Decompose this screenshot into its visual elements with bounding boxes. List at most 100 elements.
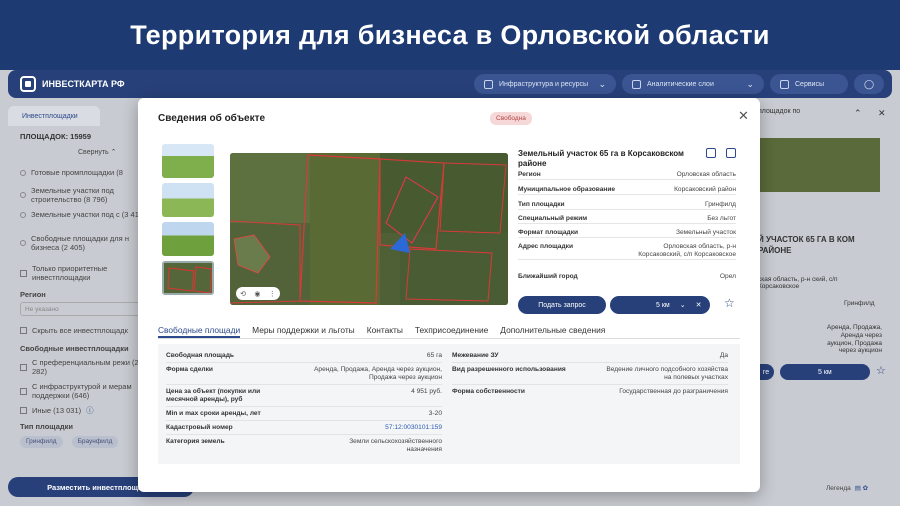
- radio-land-agri[interactable]: Земельные участки под с (3 417): [20, 210, 148, 219]
- region-label: Регион: [20, 290, 46, 299]
- photo-thumbnail[interactable]: [162, 222, 214, 256]
- close-icon[interactable]: ✕: [878, 108, 886, 119]
- detail-key: Свободная площадь: [166, 352, 234, 359]
- download-icon[interactable]: [726, 148, 736, 158]
- right-radius-select[interactable]: 5 км: [780, 364, 870, 380]
- map-thumbnail[interactable]: [162, 261, 214, 295]
- tab-tech[interactable]: Техприсоединение: [415, 325, 488, 338]
- prop-key: Ближайший город: [518, 273, 578, 280]
- checkbox-hide-all[interactable]: Скрыть все инвестплощадк: [20, 326, 128, 335]
- detail-key: Межевание ЗУ: [452, 352, 499, 359]
- prop-municipality: Муниципальное образование Корсаковский ра…: [518, 186, 736, 196]
- star-icon[interactable]: ☆: [876, 364, 886, 377]
- detail-key: Форма собственности: [452, 388, 525, 395]
- detail-value: 3-20: [428, 410, 442, 417]
- chevron-down-icon: ⌄: [598, 78, 606, 89]
- type-label: Тип площадки: [20, 422, 74, 431]
- right-request-button[interactable]: ге: [758, 364, 774, 380]
- profile-button[interactable]: ◯: [854, 74, 884, 94]
- detail-key: Цена за объект (покупки или месячной аре…: [166, 388, 261, 404]
- detail-key: Кадастровый номер: [166, 424, 233, 431]
- more-icon[interactable]: ⋮: [269, 290, 276, 298]
- detail-permitted-use: Вид разрешенного использования Ведение ли…: [452, 366, 728, 386]
- slide-title: Территория для бизнеса в Орловской облас…: [0, 0, 900, 70]
- services-dropdown[interactable]: Сервисы: [770, 74, 848, 94]
- checkbox-infrastructure[interactable]: С инфраструктурой и мерам поддержки (646…: [20, 382, 148, 400]
- detail-lease-term: Min и max сроки аренды, лет 3-20: [166, 410, 442, 422]
- plots-count: ПЛОЩАДОК: 15959: [20, 132, 92, 141]
- infra-label: Инфраструктура и ресурсы: [499, 80, 589, 88]
- detail-price: Цена за объект (покупки или месячной аре…: [166, 388, 442, 408]
- top-nav: ИНВЕСТКАРТА РФ Инфраструктура и ресурсы …: [8, 70, 892, 98]
- favorite-star-icon[interactable]: ☆: [724, 296, 735, 310]
- checkbox-priority[interactable]: Только приоритетные инвестплощадки: [20, 264, 144, 282]
- user-icon: ◯: [863, 78, 875, 89]
- radio-construction[interactable]: Земельные участки под строительство (8 7…: [20, 186, 144, 204]
- radio-icon: [20, 211, 26, 218]
- checkbox-icon: [20, 407, 27, 414]
- tab-additional[interactable]: Дополнительные сведения: [500, 325, 605, 338]
- radio-free-small[interactable]: Свободные площадки для н бизнеса (2 405): [20, 234, 148, 252]
- radius-select[interactable]: 5 км ⌄ ✕: [610, 296, 710, 314]
- layers-label: Аналитические слои: [647, 80, 714, 88]
- camera-icon[interactable]: ◉: [254, 290, 260, 298]
- satellite-map[interactable]: ⟲ ◉ ⋮: [230, 153, 508, 305]
- radio-label: Земельные участки под строительство (8 7…: [31, 186, 114, 204]
- checkbox-label: Иные (13 031): [32, 406, 82, 415]
- details-panel: Свободная площадь 65 га Форма сделки Аренд…: [158, 344, 740, 464]
- radio-label: Готовые промплощадки (8: [31, 168, 123, 177]
- chevron-down-icon: ⌄: [679, 302, 686, 309]
- collapse-label: Свернуть: [78, 149, 109, 156]
- legend-button[interactable]: Легенда ▤ ✿: [826, 484, 868, 493]
- infra-dropdown[interactable]: Инфраструктура и ресурсы ⌄: [474, 74, 616, 94]
- checkbox-icon: [20, 327, 27, 334]
- clear-icon[interactable]: ✕: [696, 301, 702, 309]
- detail-value: Ведение личного подсобного хозяйства на …: [606, 366, 728, 382]
- prop-key: Тип площадки: [518, 201, 565, 208]
- tab-contacts[interactable]: Контакты: [367, 325, 403, 338]
- detail-value: Государственная до разграничения: [619, 388, 728, 395]
- detail-deal-form: Форма сделки Аренда, Продажа, Аренда чере…: [166, 366, 442, 386]
- cadastral-link[interactable]: 57:12:0030101:159: [385, 424, 442, 432]
- prop-key: Муниципальное образование: [518, 186, 616, 193]
- tag-greenfield[interactable]: Гринфилд: [20, 436, 63, 448]
- map-controls[interactable]: ⟲ ◉ ⋮: [236, 287, 280, 300]
- close-icon[interactable]: ✕: [738, 108, 749, 124]
- tab-support[interactable]: Меры поддержки и льготы: [252, 325, 355, 338]
- tab-investplots[interactable]: Инвестплощадки: [8, 106, 100, 126]
- submit-request-button[interactable]: Подать запрос: [518, 296, 606, 314]
- legend-label: Легенда: [826, 484, 851, 492]
- detail-value: Да: [719, 352, 728, 359]
- detail-key: Форма сделки: [166, 366, 213, 373]
- photo-thumbnail[interactable]: [162, 144, 214, 178]
- checkbox-icon: [20, 269, 27, 277]
- prop-city: Ближайший город Орел: [518, 273, 736, 281]
- collapse-icon[interactable]: ⌃: [854, 108, 862, 119]
- prop-value: Орел: [719, 273, 736, 280]
- prop-value: Земельный участок: [675, 229, 736, 236]
- right-panel: площадок по ⌃ ✕ Й УЧАСТОК 65 ГА В КОМ РА…: [758, 104, 900, 464]
- copy-icon[interactable]: [706, 148, 716, 158]
- layers-dropdown[interactable]: Аналитические слои ⌄: [622, 74, 764, 94]
- checkbox-preferential[interactable]: С преференциальным режи (2 282): [20, 358, 148, 376]
- detail-survey: Межевание ЗУ Да: [452, 352, 728, 364]
- rotate-icon[interactable]: ⟲: [240, 290, 246, 298]
- info-icon: ⓘ: [86, 406, 94, 415]
- tag-brownfield[interactable]: Браунфилд: [71, 436, 119, 448]
- detail-key: Min и max сроки аренды, лет: [166, 410, 261, 417]
- tab-free-areas[interactable]: Свободные площади: [158, 325, 241, 338]
- prop-value: Корсаковский район: [674, 186, 736, 193]
- prop-key: Специальный режим: [518, 215, 588, 222]
- checkbox-label: Скрыть все инвестплощадк: [32, 326, 128, 335]
- checkbox-icon: [20, 363, 27, 371]
- logo[interactable]: ИНВЕСТКАРТА РФ: [20, 76, 125, 92]
- grid-icon: [780, 79, 789, 89]
- photo-thumbnail[interactable]: [162, 183, 214, 217]
- collapse-button[interactable]: Свернуть ⌃: [78, 148, 117, 156]
- logo-text: ИНВЕСТКАРТА РФ: [42, 79, 125, 89]
- radio-ready-plots[interactable]: Готовые промплощадки (8: [20, 168, 123, 177]
- detail-key: Вид разрешенного использования: [452, 366, 566, 373]
- checkbox-other[interactable]: Иные (13 031) ⓘ: [20, 406, 94, 415]
- chevron-down-icon: ⌄: [746, 78, 754, 89]
- region-select[interactable]: Не указано: [20, 302, 148, 316]
